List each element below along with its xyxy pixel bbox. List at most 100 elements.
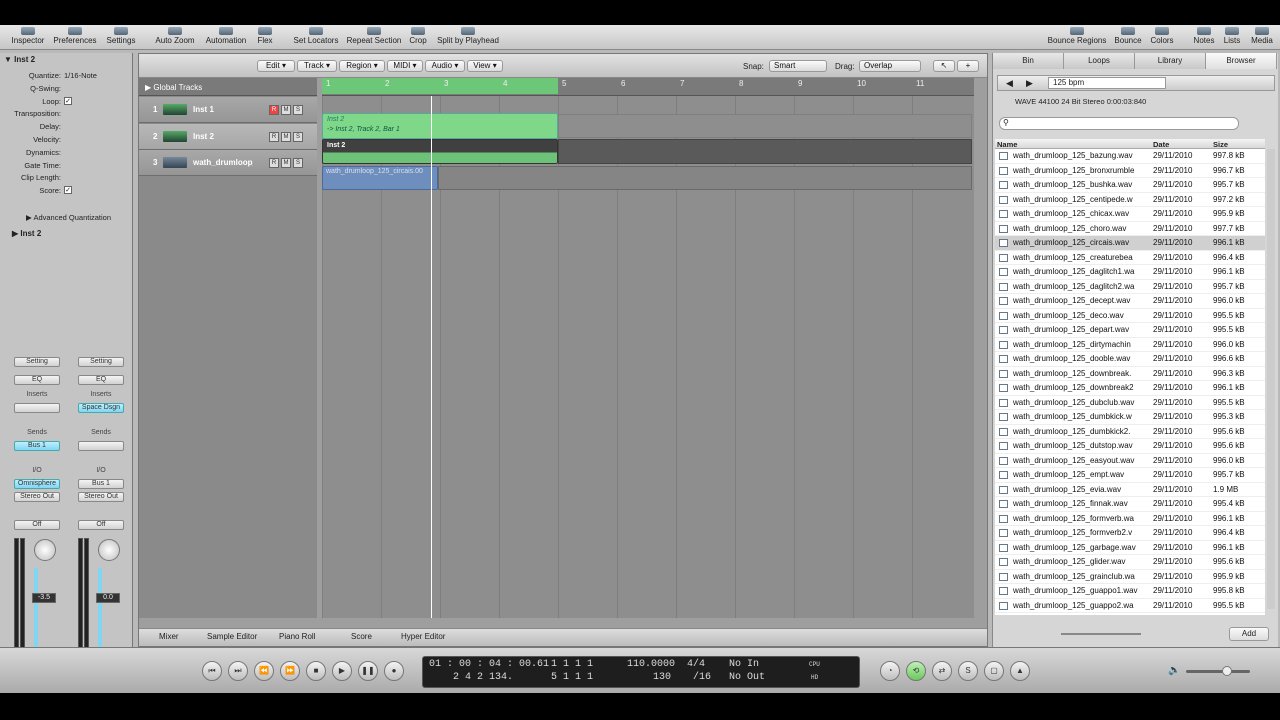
track-menu[interactable]: Track ▾ bbox=[297, 60, 337, 72]
notes-button[interactable]: Notes bbox=[1192, 27, 1216, 45]
file-row[interactable]: wath_drumloop_125_evia.wav 29/11/2010 1.9 … bbox=[995, 483, 1265, 497]
midi-region-inst2[interactable]: Inst 2 bbox=[322, 139, 558, 164]
file-row[interactable]: wath_drumloop_125_finnak.wav 29/11/2010 99… bbox=[995, 497, 1265, 512]
tab-bin[interactable]: Bin bbox=[993, 53, 1064, 69]
file-row[interactable]: wath_drumloop_125_deco.wav 29/11/2010 995.… bbox=[995, 309, 1265, 323]
automation-mode[interactable]: Off bbox=[78, 520, 124, 530]
file-row[interactable]: wath_drumloop_125_garbage.wav 29/11/2010 9… bbox=[995, 541, 1265, 555]
file-row[interactable]: wath_drumloop_125_bazung.wav 29/11/2010 99… bbox=[995, 149, 1265, 164]
track-name[interactable]: Inst 1 bbox=[193, 105, 253, 114]
tab-loops[interactable]: Loops bbox=[1064, 53, 1135, 69]
file-row[interactable]: wath_drumloop_125_formverb2.v 29/11/2010 9… bbox=[995, 526, 1265, 541]
file-row[interactable]: wath_drumloop_125_dooble.wav 29/11/2010 99… bbox=[995, 352, 1265, 367]
arrange-area[interactable]: Inst 2 -> Inst 2, Track 2, Bar 1 Inst 2 … bbox=[322, 78, 974, 618]
fast-forward-icon[interactable]: ⏩ bbox=[280, 661, 300, 681]
settings-button[interactable]: Settings bbox=[104, 27, 138, 45]
tab-score[interactable]: Score bbox=[351, 632, 372, 641]
mute-button[interactable]: M bbox=[281, 158, 291, 168]
rewind-icon[interactable]: ⏪ bbox=[254, 661, 274, 681]
file-row[interactable]: wath_drumloop_125_dumbkick2. 29/11/2010 99… bbox=[995, 425, 1265, 439]
tempo-display[interactable]: 110.0000 bbox=[627, 659, 675, 670]
pointer-tool-icon[interactable]: ↖ bbox=[933, 60, 955, 72]
file-row[interactable]: wath_drumloop_125_grainclub.wa 29/11/2010… bbox=[995, 570, 1265, 584]
fader-value[interactable]: -3.5 bbox=[32, 593, 56, 603]
play-icon[interactable]: ▶ bbox=[332, 661, 352, 681]
file-row[interactable]: wath_drumloop_125_glider.wav 29/11/2010 99… bbox=[995, 555, 1265, 570]
global-tracks-header[interactable]: ▶ Global Tracks bbox=[139, 78, 317, 96]
set-locators-button[interactable]: Set Locators bbox=[290, 27, 342, 45]
punch-icon[interactable]: ◔ bbox=[880, 661, 900, 681]
input-slot[interactable]: Bus 1 bbox=[78, 479, 124, 489]
advanced-quantization-toggle[interactable]: ▶ Advanced Quantization bbox=[26, 213, 111, 222]
tab-mixer[interactable]: Mixer bbox=[159, 632, 179, 641]
mute-button[interactable]: M bbox=[281, 105, 291, 115]
file-row[interactable]: wath_drumloop_125_daglitch1.wa 29/11/2010… bbox=[995, 265, 1265, 280]
snap-select[interactable]: Smart bbox=[769, 60, 827, 72]
pause-icon[interactable]: ❚❚ bbox=[358, 661, 378, 681]
file-row[interactable]: wath_drumloop_125_dumbkick.w 29/11/2010 99… bbox=[995, 410, 1265, 425]
go-to-end-icon[interactable]: ⏭ bbox=[228, 661, 248, 681]
auto-zoom-button[interactable]: Auto Zoom bbox=[152, 27, 198, 45]
file-row[interactable]: wath_drumloop_125_chicax.wav 29/11/2010 99… bbox=[995, 207, 1265, 222]
cycle-region[interactable] bbox=[322, 78, 558, 94]
midi-region-inst2-alias[interactable]: Inst 2 -> Inst 2, Track 2, Bar 1 bbox=[322, 113, 558, 139]
tab-library[interactable]: Library bbox=[1135, 53, 1206, 69]
file-row[interactable]: wath_drumloop_125_bronxrumble 29/11/2010 9… bbox=[995, 164, 1265, 178]
automation-mode[interactable]: Off bbox=[14, 520, 60, 530]
smpte-position[interactable]: 01 : 00 : 04 : 00.61 bbox=[429, 659, 549, 670]
left-locator[interactable]: 1 1 1 1 bbox=[551, 659, 593, 670]
replace-icon[interactable]: ⇄ bbox=[932, 661, 952, 681]
file-row[interactable]: wath_drumloop_125_depart.wav 29/11/2010 99… bbox=[995, 323, 1265, 338]
output-slot[interactable]: Stereo Out bbox=[78, 492, 124, 502]
file-row[interactable]: wath_drumloop_125_daglitch2.wa 29/11/2010… bbox=[995, 280, 1265, 294]
col-date[interactable]: Date bbox=[1153, 140, 1169, 149]
division[interactable]: /16 bbox=[693, 672, 711, 683]
bar-ruler[interactable]: 1 2 3 4 5 6 7 8 9 10 11 bbox=[322, 78, 974, 96]
file-row[interactable]: wath_drumloop_125_downbreak. 29/11/2010 99… bbox=[995, 367, 1265, 381]
eq-button[interactable]: EQ bbox=[14, 375, 60, 385]
insert-slot[interactable] bbox=[14, 403, 60, 413]
pan-knob[interactable] bbox=[34, 539, 56, 561]
record-enable-button[interactable]: R bbox=[269, 105, 279, 115]
record-enable-button[interactable]: R bbox=[269, 131, 279, 142]
track-header[interactable]: 2 Inst 2 RMS bbox=[139, 123, 317, 150]
cycle-icon[interactable]: ⟲ bbox=[906, 661, 926, 681]
time-signature[interactable]: 4/4 bbox=[687, 659, 705, 670]
file-row[interactable]: wath_drumloop_125_dirtymachin 29/11/2010 9… bbox=[995, 338, 1265, 352]
file-row[interactable]: wath_drumloop_125_creaturebea 29/11/2010 9… bbox=[995, 251, 1265, 265]
file-row[interactable]: wath_drumloop_125_guappo2.wa 29/11/2010 99… bbox=[995, 599, 1265, 613]
track-header[interactable]: 3 wath_drumloop_125_circais RMS bbox=[139, 150, 317, 176]
setting-button[interactable]: Setting bbox=[78, 357, 124, 367]
eq-button[interactable]: EQ bbox=[78, 375, 124, 385]
sync-icon[interactable]: ▢ bbox=[984, 661, 1004, 681]
bounce-button[interactable]: Bounce bbox=[1112, 27, 1144, 45]
inspector-button[interactable]: Inspector bbox=[8, 27, 48, 45]
drag-select[interactable]: Overlap bbox=[859, 60, 921, 72]
tab-browser[interactable]: Browser bbox=[1206, 53, 1277, 69]
volume-fader[interactable] bbox=[98, 568, 102, 658]
preview-volume-slider[interactable] bbox=[1061, 633, 1141, 635]
stop-icon[interactable]: ■ bbox=[306, 661, 326, 681]
pan-knob[interactable] bbox=[98, 539, 120, 561]
send-slot[interactable]: Bus 1 bbox=[14, 441, 60, 451]
view-menu[interactable]: View ▾ bbox=[467, 60, 503, 72]
file-row[interactable]: wath_drumloop_125_decept.wav 29/11/2010 99… bbox=[995, 294, 1265, 309]
repeat-section-button[interactable]: Repeat Section bbox=[345, 27, 403, 45]
file-row[interactable]: wath_drumloop_125_formverb.wa 29/11/2010 9… bbox=[995, 512, 1265, 526]
preferences-button[interactable]: Preferences bbox=[52, 27, 98, 45]
tab-piano-roll[interactable]: Piano Roll bbox=[279, 632, 315, 641]
file-row[interactable]: wath_drumloop_125_centipede.w 29/11/2010 9… bbox=[995, 193, 1265, 207]
forward-icon[interactable]: ▶ bbox=[1026, 78, 1033, 89]
solo-icon[interactable]: S bbox=[958, 661, 978, 681]
solo-button[interactable]: S bbox=[293, 131, 303, 142]
add-button[interactable]: Add bbox=[1229, 627, 1269, 641]
track-name[interactable]: Inst 2 bbox=[193, 132, 253, 141]
output-slot[interactable]: Stereo Out bbox=[14, 492, 60, 502]
flex-button[interactable]: Flex bbox=[254, 27, 276, 45]
tab-sample-editor[interactable]: Sample Editor bbox=[207, 632, 257, 641]
back-icon[interactable]: ◀ bbox=[1006, 78, 1013, 89]
file-row[interactable]: wath_drumloop_125_empt.wav 29/11/2010 995.… bbox=[995, 468, 1265, 483]
record-icon[interactable]: ● bbox=[384, 661, 404, 681]
tempo-secondary[interactable]: 130 bbox=[653, 672, 671, 683]
fader-value[interactable]: 0.0 bbox=[96, 593, 120, 603]
